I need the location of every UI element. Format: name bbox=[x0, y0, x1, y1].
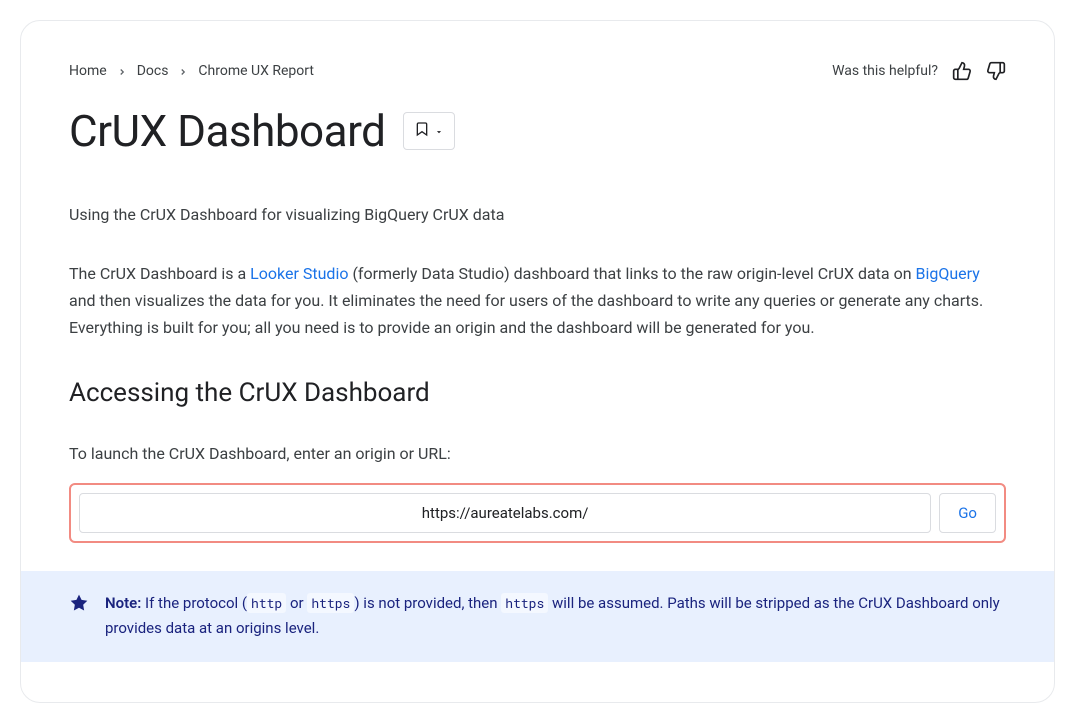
breadcrumb-crux[interactable]: Chrome UX Report bbox=[198, 63, 313, 79]
note-box: Note: If the protocol (http or https) is… bbox=[21, 571, 1054, 662]
bookmark-button[interactable] bbox=[403, 112, 455, 150]
helpful-section: Was this helpful? bbox=[832, 61, 1006, 81]
thumbs-down-icon[interactable] bbox=[986, 61, 1006, 81]
thumbs-up-icon[interactable] bbox=[952, 61, 972, 81]
subtitle: Using the CrUX Dashboard for visualizing… bbox=[69, 205, 1006, 224]
origin-url-input[interactable] bbox=[79, 493, 931, 533]
breadcrumb: Home Docs Chrome UX Report bbox=[69, 62, 314, 81]
breadcrumb-docs[interactable]: Docs bbox=[137, 63, 169, 79]
go-button[interactable]: Go bbox=[939, 493, 996, 533]
bigquery-link[interactable]: BigQuery bbox=[916, 264, 980, 283]
helpful-text: Was this helpful? bbox=[832, 63, 938, 79]
bookmark-icon bbox=[414, 121, 430, 141]
chevron-down-icon bbox=[434, 122, 444, 141]
url-launch-box: Go bbox=[69, 483, 1006, 543]
intro-paragraph: The CrUX Dashboard is a Looker Studio (f… bbox=[69, 260, 1006, 342]
chevron-right-icon bbox=[117, 62, 127, 81]
star-icon bbox=[69, 593, 89, 617]
launch-instruction: To launch the CrUX Dashboard, enter an o… bbox=[69, 444, 1006, 463]
page-title: CrUX Dashboard bbox=[69, 105, 385, 157]
section-heading-accessing: Accessing the CrUX Dashboard bbox=[69, 378, 1006, 408]
note-text: Note: If the protocol (http or https) is… bbox=[105, 591, 1006, 642]
looker-studio-link[interactable]: Looker Studio bbox=[250, 264, 348, 283]
chevron-right-icon bbox=[178, 62, 188, 81]
breadcrumb-home[interactable]: Home bbox=[69, 63, 107, 79]
